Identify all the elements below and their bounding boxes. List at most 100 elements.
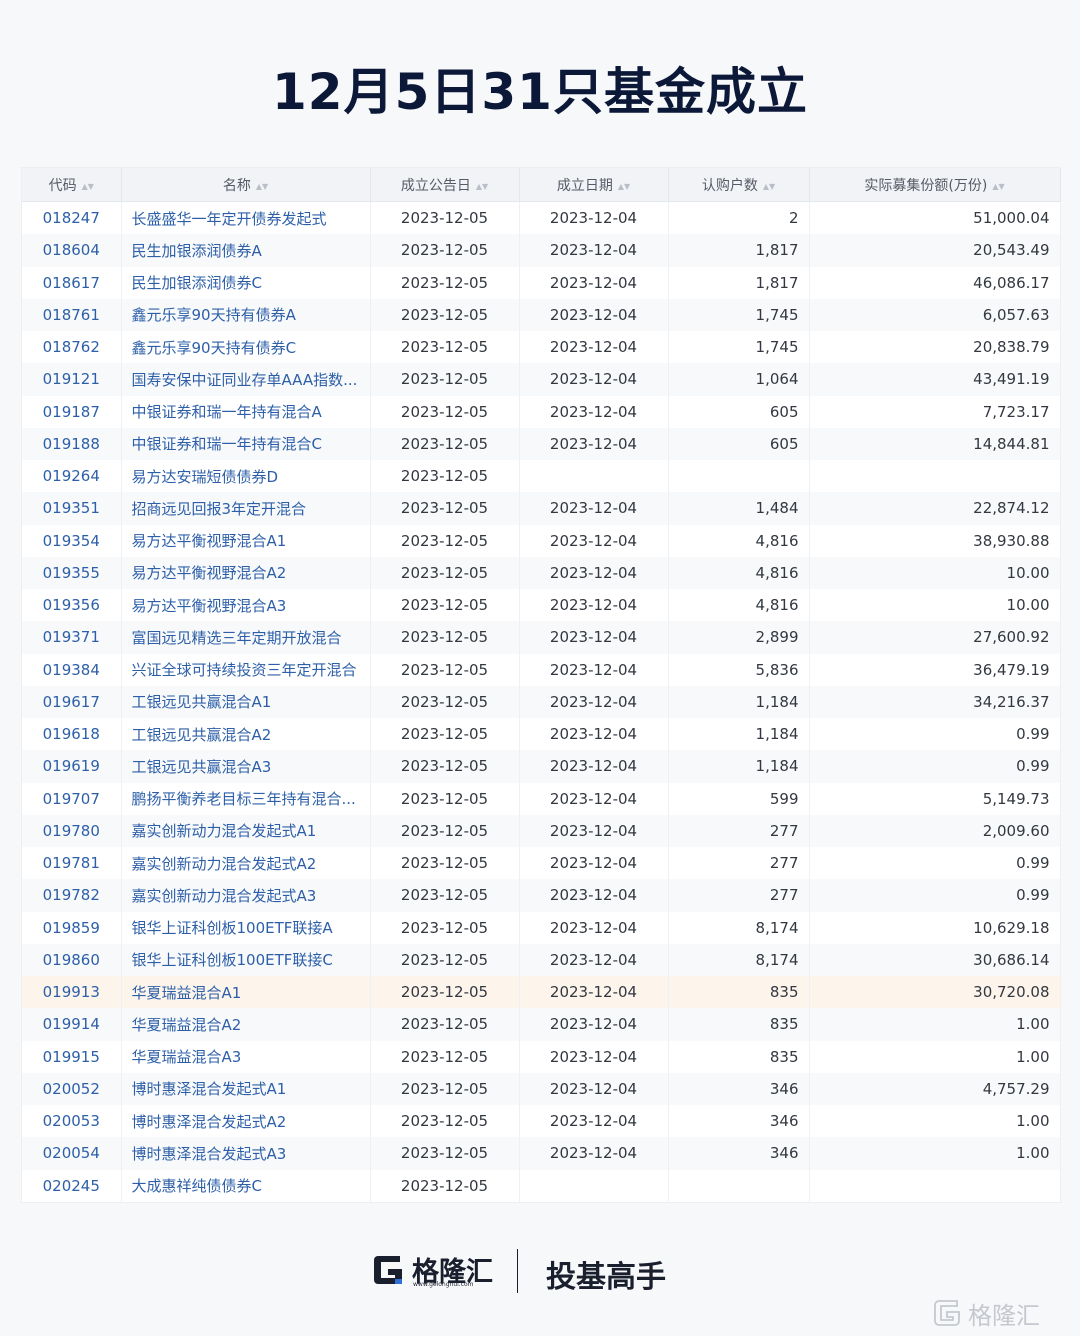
table-row[interactable]: 019355 易方达平衡视野混合A2 2023-12-05 2023-12-04 4,8… — [22, 556, 1061, 589]
cell-code[interactable]: 019913 — [22, 976, 122, 1009]
table-row[interactable]: 020054 博时惠泽混合发起式A3 2023-12-05 2023-12-04 346… — [22, 1137, 1061, 1170]
cell-name[interactable]: 博时惠泽混合发起式A3 — [121, 1137, 371, 1170]
cell-name[interactable]: 易方达安瑞短债债券D — [121, 460, 371, 493]
table-row[interactable]: 019351 招商远见回报3年定开混合 2023-12-05 2023-12-04 1,… — [22, 492, 1061, 525]
cell-code[interactable]: 019384 — [22, 653, 122, 686]
sort-icon[interactable]: ▲▼ — [618, 182, 630, 191]
cell-code[interactable]: 019617 — [22, 685, 122, 718]
table-row[interactable]: 019356 易方达平衡视野混合A3 2023-12-05 2023-12-04 4,8… — [22, 589, 1061, 622]
table-row[interactable]: 019914 华夏瑞益混合A2 2023-12-05 2023-12-04 835 1.0… — [22, 1008, 1061, 1041]
column-header-subscribers[interactable]: 认购户数 ▲▼ — [668, 168, 810, 202]
cell-name[interactable]: 鑫元乐享90天持有债券A — [121, 298, 371, 331]
table-row[interactable]: 018604 民生加银添润债券A 2023-12-05 2023-12-04 1,817… — [22, 234, 1061, 267]
cell-name[interactable]: 博时惠泽混合发起式A1 — [121, 1072, 371, 1105]
cell-code[interactable]: 018761 — [22, 298, 122, 331]
cell-code[interactable]: 020052 — [22, 1072, 122, 1105]
cell-code[interactable]: 018762 — [22, 331, 122, 364]
table-row[interactable]: 019187 中银证券和瑞一年持有混合A 2023-12-05 2023-12-04 6… — [22, 395, 1061, 428]
table-row[interactable]: 019780 嘉实创新动力混合发起式A1 2023-12-05 2023-12-04 2… — [22, 814, 1061, 847]
table-row[interactable]: 019782 嘉实创新动力混合发起式A3 2023-12-05 2023-12-04 2… — [22, 879, 1061, 912]
column-header-raised-shares[interactable]: 实际募集份额(万份) ▲▼ — [809, 168, 1061, 202]
cell-code[interactable]: 020053 — [22, 1105, 122, 1138]
cell-name[interactable]: 民生加银添润债券C — [121, 266, 371, 299]
cell-name[interactable]: 民生加银添润债券A — [121, 234, 371, 267]
table-row[interactable]: 019619 工银远见共赢混合A3 2023-12-05 2023-12-04 1,18… — [22, 750, 1061, 783]
cell-name[interactable]: 鹏扬平衡养老目标三年持有混合... — [121, 782, 371, 815]
sort-icon[interactable]: ▲▼ — [256, 182, 268, 191]
column-header-name[interactable]: 名称 ▲▼ — [121, 168, 371, 202]
table-row[interactable]: 019859 银华上证科创板100ETF联接A 2023-12-05 2023-12-… — [22, 911, 1061, 944]
cell-name[interactable]: 银华上证科创板100ETF联接C — [121, 943, 371, 976]
cell-code[interactable]: 019860 — [22, 943, 122, 976]
cell-code[interactable]: 019780 — [22, 814, 122, 847]
table-row[interactable]: 020053 博时惠泽混合发起式A2 2023-12-05 2023-12-04 346… — [22, 1105, 1061, 1138]
cell-code[interactable]: 019915 — [22, 1040, 122, 1073]
table-row[interactable]: 019617 工银远见共赢混合A1 2023-12-05 2023-12-04 1,18… — [22, 685, 1061, 718]
table-row[interactable]: 019913 华夏瑞益混合A1 2023-12-05 2023-12-04 835 30,… — [22, 976, 1061, 1009]
cell-name[interactable]: 嘉实创新动力混合发起式A2 — [121, 847, 371, 880]
cell-code[interactable]: 019355 — [22, 556, 122, 589]
cell-code[interactable]: 020245 — [22, 1169, 122, 1202]
cell-name[interactable]: 易方达平衡视野混合A3 — [121, 589, 371, 622]
cell-name[interactable]: 富国远见精选三年定期开放混合 — [121, 621, 371, 654]
cell-name[interactable]: 中银证券和瑞一年持有混合C — [121, 427, 371, 460]
cell-code[interactable]: 019121 — [22, 363, 122, 396]
cell-code[interactable]: 019618 — [22, 718, 122, 751]
table-row[interactable]: 020052 博时惠泽混合发起式A1 2023-12-05 2023-12-04 346… — [22, 1072, 1061, 1105]
cell-code[interactable]: 019707 — [22, 782, 122, 815]
sort-icon[interactable]: ▲▼ — [82, 182, 94, 191]
cell-code[interactable]: 018247 — [22, 201, 122, 235]
cell-code[interactable]: 019188 — [22, 427, 122, 460]
cell-name[interactable]: 银华上证科创板100ETF联接A — [121, 911, 371, 944]
cell-code[interactable]: 019781 — [22, 847, 122, 880]
cell-name[interactable]: 博时惠泽混合发起式A2 — [121, 1105, 371, 1138]
table-row[interactable]: 019354 易方达平衡视野混合A1 2023-12-05 2023-12-04 4,8… — [22, 524, 1061, 557]
cell-name[interactable]: 易方达平衡视野混合A1 — [121, 524, 371, 557]
cell-name[interactable]: 中银证券和瑞一年持有混合A — [121, 395, 371, 428]
table-row[interactable]: 019781 嘉实创新动力混合发起式A2 2023-12-05 2023-12-04 2… — [22, 847, 1061, 880]
cell-name[interactable]: 工银远见共赢混合A1 — [121, 685, 371, 718]
cell-name[interactable]: 招商远见回报3年定开混合 — [121, 492, 371, 525]
table-row[interactable]: 019915 华夏瑞益混合A3 2023-12-05 2023-12-04 835 1.0… — [22, 1040, 1061, 1073]
cell-name[interactable]: 嘉实创新动力混合发起式A1 — [121, 814, 371, 847]
cell-code[interactable]: 019354 — [22, 524, 122, 557]
column-header-establish-date[interactable]: 成立日期 ▲▼ — [519, 168, 669, 202]
sort-icon[interactable]: ▲▼ — [476, 182, 488, 191]
cell-name[interactable]: 华夏瑞益混合A2 — [121, 1008, 371, 1041]
cell-code[interactable]: 018617 — [22, 266, 122, 299]
table-row[interactable]: 019264 易方达安瑞短债债券D 2023-12-05 — [22, 460, 1061, 493]
cell-name[interactable]: 鑫元乐享90天持有债券C — [121, 331, 371, 364]
table-row[interactable]: 018762 鑫元乐享90天持有债券C 2023-12-05 2023-12-04 1,… — [22, 331, 1061, 364]
table-row[interactable]: 019188 中银证券和瑞一年持有混合C 2023-12-05 2023-12-04 6… — [22, 427, 1061, 460]
table-row[interactable]: 019618 工银远见共赢混合A2 2023-12-05 2023-12-04 1,18… — [22, 718, 1061, 751]
cell-name[interactable]: 嘉实创新动力混合发起式A3 — [121, 879, 371, 912]
cell-code[interactable]: 019914 — [22, 1008, 122, 1041]
cell-code[interactable]: 019782 — [22, 879, 122, 912]
cell-name[interactable]: 工银远见共赢混合A2 — [121, 718, 371, 751]
table-row[interactable]: 018761 鑫元乐享90天持有债券A 2023-12-05 2023-12-04 1,… — [22, 298, 1061, 331]
cell-code[interactable]: 018604 — [22, 234, 122, 267]
cell-code[interactable]: 019187 — [22, 395, 122, 428]
cell-name[interactable]: 华夏瑞益混合A1 — [121, 976, 371, 1009]
cell-code[interactable]: 019371 — [22, 621, 122, 654]
cell-name[interactable]: 长盛盛华一年定开债券发起式 — [121, 201, 371, 235]
table-row[interactable]: 018617 民生加银添润债券C 2023-12-05 2023-12-04 1,817… — [22, 266, 1061, 299]
cell-code[interactable]: 019619 — [22, 750, 122, 783]
cell-name[interactable]: 兴证全球可持续投资三年定开混合 — [121, 653, 371, 686]
column-header-code[interactable]: 代码 ▲▼ — [22, 168, 122, 202]
cell-name[interactable]: 大成惠祥纯债债券C — [121, 1169, 371, 1202]
cell-name[interactable]: 易方达平衡视野混合A2 — [121, 556, 371, 589]
cell-code[interactable]: 020054 — [22, 1137, 122, 1170]
sort-icon[interactable]: ▲▼ — [763, 182, 775, 191]
table-row[interactable]: 020245 大成惠祥纯债债券C 2023-12-05 — [22, 1169, 1061, 1202]
cell-name[interactable]: 华夏瑞益混合A3 — [121, 1040, 371, 1073]
table-row[interactable]: 019707 鹏扬平衡养老目标三年持有混合... 2023-12-05 2023-12… — [22, 782, 1061, 815]
sort-icon[interactable]: ▲▼ — [992, 182, 1004, 191]
cell-code[interactable]: 019351 — [22, 492, 122, 525]
table-row[interactable]: 018247 长盛盛华一年定开债券发起式 2023-12-05 2023-12-04 2… — [22, 201, 1061, 235]
cell-name[interactable]: 国寿安保中证同业存单AAA指数... — [121, 363, 371, 396]
table-row[interactable]: 019384 兴证全球可持续投资三年定开混合 2023-12-05 2023-12-0… — [22, 653, 1061, 686]
cell-name[interactable]: 工银远见共赢混合A3 — [121, 750, 371, 783]
table-row[interactable]: 019860 银华上证科创板100ETF联接C 2023-12-05 2023-12-… — [22, 943, 1061, 976]
table-row[interactable]: 019371 富国远见精选三年定期开放混合 2023-12-05 2023-12-04… — [22, 621, 1061, 654]
